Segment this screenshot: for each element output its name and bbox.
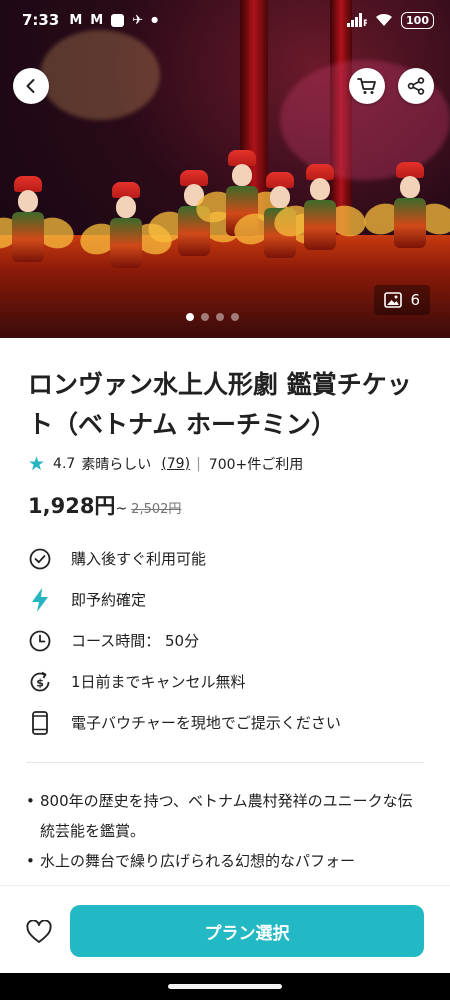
- gmail-icon: M: [90, 12, 104, 28]
- feature-item: 購入後すぐ利用可能: [28, 538, 428, 579]
- feature-label: コース時間： 50分: [71, 632, 200, 650]
- feature-label: 1日前までキャンセル無料: [71, 673, 246, 691]
- phone-icon: [28, 710, 52, 735]
- clock-icon: [28, 629, 52, 653]
- stage-light: [40, 30, 160, 120]
- booked-count: 700+件ご利用: [208, 457, 304, 473]
- status-time: 7:33: [22, 11, 60, 29]
- bullet-mark: •: [26, 852, 35, 870]
- feature-label: 購入後すぐ利用可能: [71, 550, 207, 568]
- price-suffix: ~: [115, 501, 128, 517]
- app-notification-icon: [111, 13, 125, 27]
- wishlist-button[interactable]: [24, 917, 54, 947]
- carousel-indicator: [186, 313, 239, 321]
- highlight-item: • 水上の舞台で繰り広げられる幻想的なパフォー: [26, 846, 426, 876]
- feature-item: 即予約確定: [28, 579, 428, 620]
- feature-item: $ 1日前までキャンセル無料: [28, 661, 428, 702]
- price: 1,928円: [28, 494, 116, 518]
- battery-level: 100: [406, 13, 429, 27]
- photo-count-badge[interactable]: 6: [374, 285, 430, 315]
- highlight-text: 水上の舞台で繰り広げられる幻想的なパフォー: [40, 852, 356, 870]
- home-gesture-handle[interactable]: [168, 984, 282, 989]
- svg-text:R: R: [363, 19, 367, 27]
- highlight-item: • 800年の歴史を持つ、ベトナム農村発祥のユニークな伝統芸能を鑑賞。: [26, 786, 426, 846]
- hero-image[interactable]: 6: [0, 0, 450, 338]
- airplane-icon: ✈: [132, 12, 144, 28]
- check-circle-icon: [28, 547, 52, 571]
- image-icon: [384, 292, 403, 308]
- back-button[interactable]: [13, 68, 49, 104]
- section-divider: [26, 762, 424, 763]
- carousel-dot[interactable]: [216, 313, 224, 321]
- review-count-link[interactable]: (79): [161, 456, 190, 472]
- carousel-dot[interactable]: [201, 313, 209, 321]
- bottom-action-bar: プラン選択: [0, 885, 450, 973]
- lightning-icon: [28, 587, 52, 612]
- more-dot-icon: ●: [151, 15, 159, 24]
- heart-icon: [26, 920, 52, 943]
- carousel-dot[interactable]: [186, 313, 194, 321]
- highlight-text: 800年の歴史を持つ、ベトナム農村発祥のユニークな伝統芸能を鑑賞。: [40, 792, 413, 840]
- signal-icon: R: [347, 13, 367, 27]
- original-price: 2,502円: [131, 502, 182, 517]
- price-row: 1,928円 ~ 2,502円: [28, 490, 181, 520]
- chevron-left-icon: [26, 79, 35, 93]
- rating-score: 4.7: [53, 456, 76, 472]
- wifi-icon: [376, 13, 393, 26]
- divider: |: [196, 456, 201, 472]
- svg-text:$: $: [36, 676, 44, 689]
- gmail-icon: M: [69, 12, 83, 28]
- bullet-mark: •: [26, 792, 35, 810]
- highlight-list: • 800年の歴史を持つ、ベトナム農村発祥のユニークな伝統芸能を鑑賞。 • 水上…: [26, 786, 426, 876]
- photo-count: 6: [410, 291, 420, 309]
- share-icon: [407, 77, 425, 95]
- system-navigation-bar: [0, 973, 450, 1000]
- feature-item: コース時間： 50分: [28, 620, 428, 661]
- feature-label: 電子バウチャーを現地でご提示ください: [71, 714, 341, 732]
- battery-indicator: 100: [401, 11, 434, 29]
- star-icon: ★: [28, 452, 46, 475]
- cart-icon: [357, 78, 376, 94]
- product-title: ロンヴァン水上人形劇 鑑賞チケット（ベトナム ホーチミン）: [28, 370, 412, 439]
- feature-item: 電子バウチャーを現地でご提示ください: [28, 702, 428, 743]
- share-button[interactable]: [398, 68, 434, 104]
- feature-label: 即予約確定: [71, 591, 147, 609]
- carousel-dot[interactable]: [231, 313, 239, 321]
- feature-list: 購入後すぐ利用可能 即予約確定 コース時間： 50分 $ 1日前までキャンセル無…: [28, 538, 428, 743]
- cart-button[interactable]: [349, 68, 385, 104]
- refund-icon: $: [28, 670, 52, 694]
- rating-label: 素晴らしい: [81, 457, 152, 473]
- select-plan-button[interactable]: プラン選択: [70, 905, 424, 957]
- status-bar: 7:33 M M ✈ ● R 100: [0, 0, 450, 40]
- rating-row[interactable]: ★ 4.7 素晴らしい (79) | 700+件ご利用: [28, 454, 303, 474]
